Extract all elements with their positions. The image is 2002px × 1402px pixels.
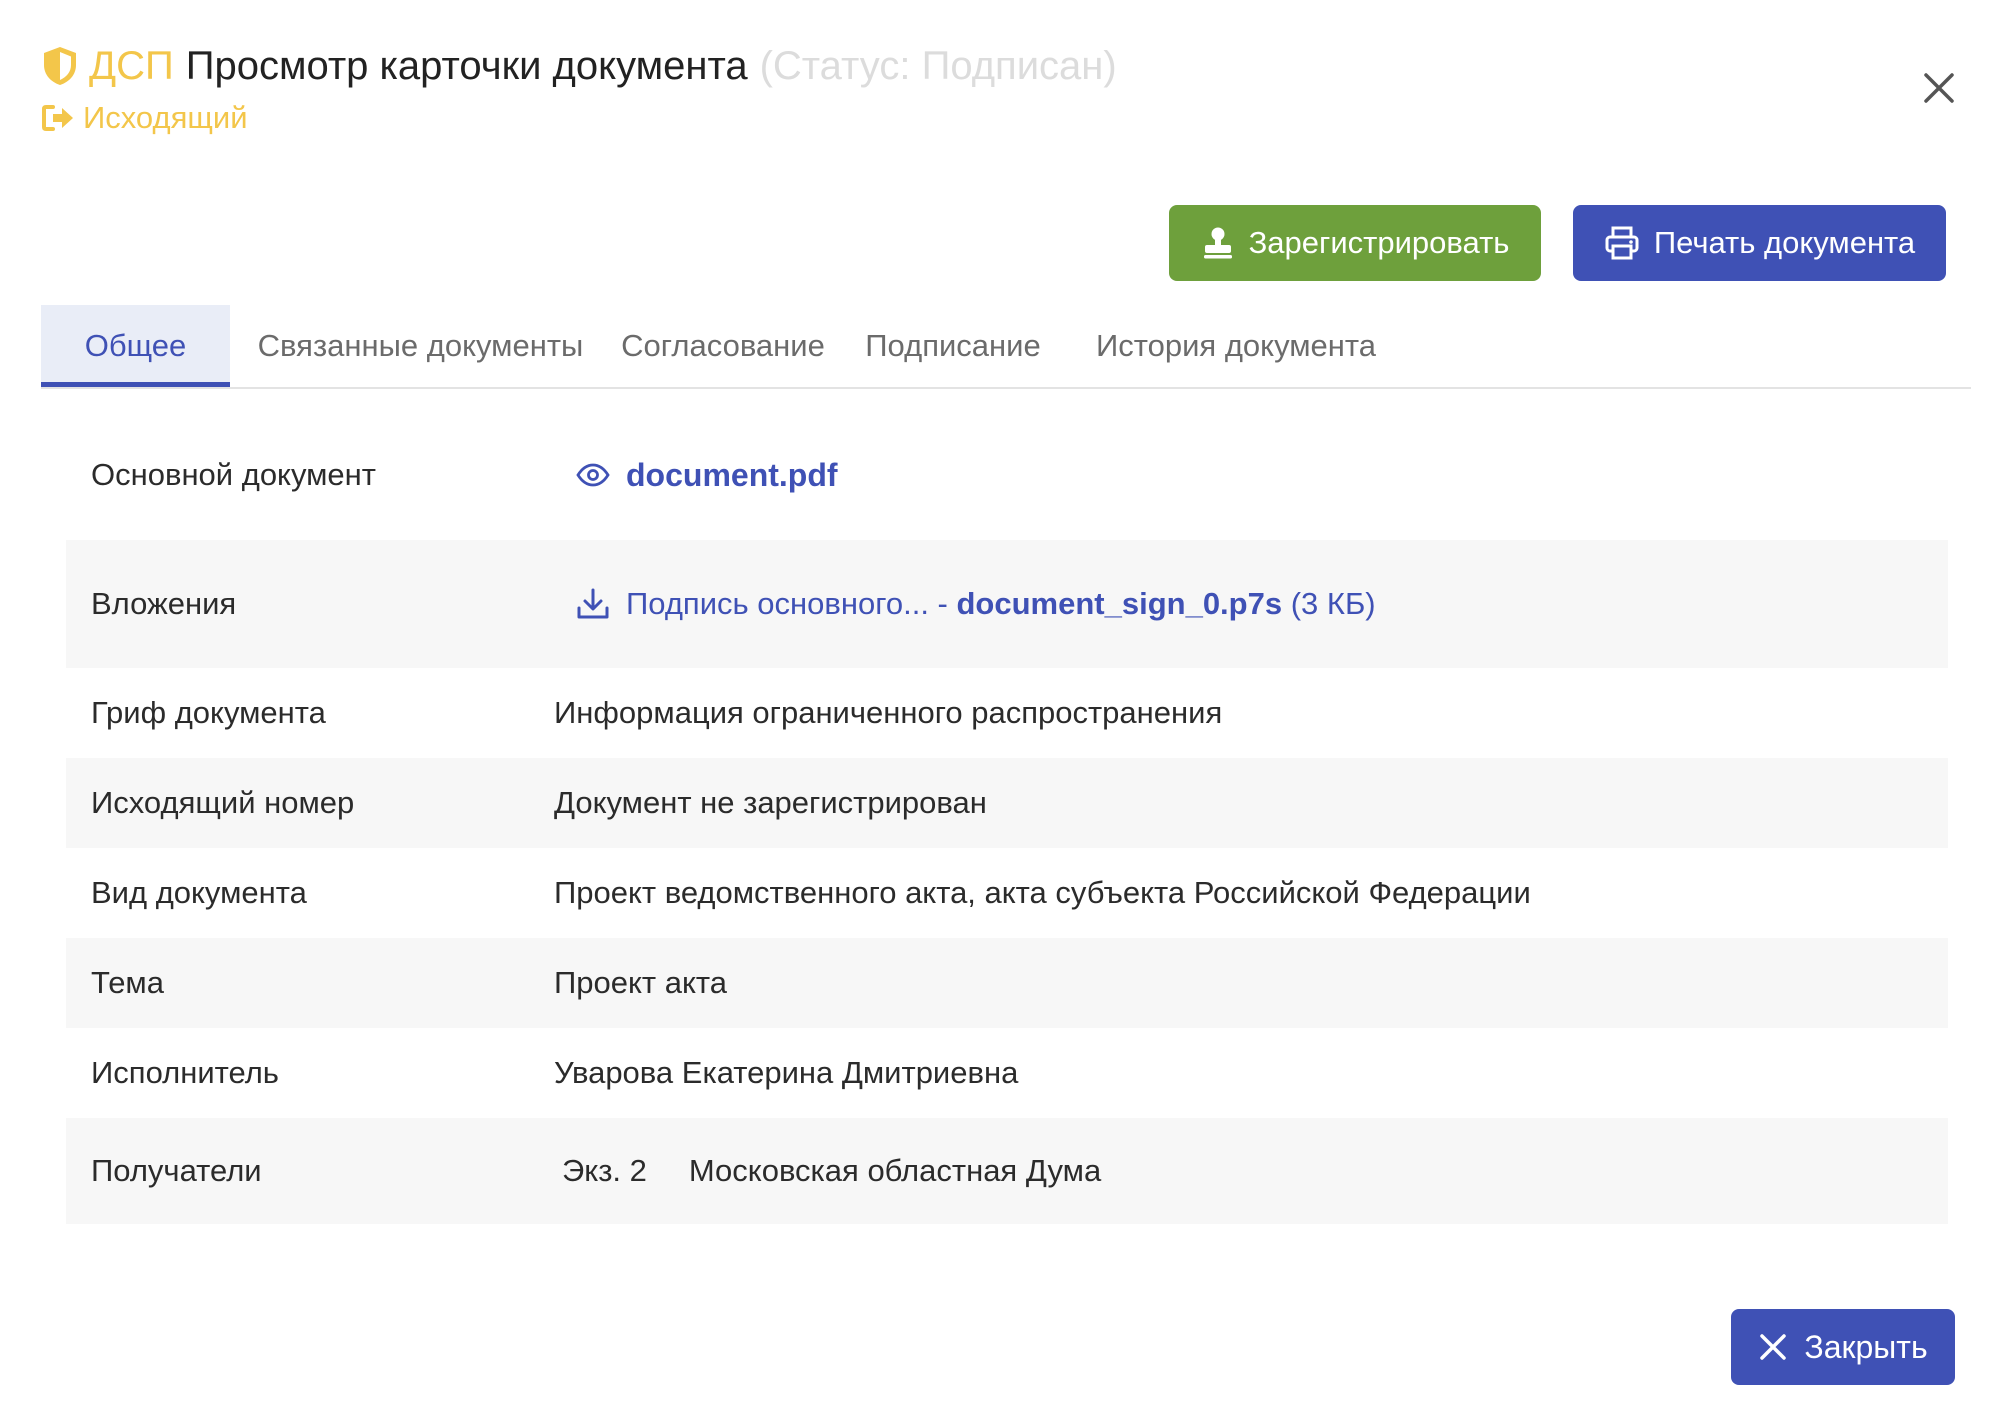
- field-label: Исполнитель: [91, 1055, 279, 1090]
- eye-icon[interactable]: [576, 463, 610, 487]
- field-row-doc-type: Вид документа Проект ведомственного акта…: [66, 848, 1948, 938]
- direction-indicator: Исходящий: [41, 98, 248, 138]
- outgoing-icon: [42, 105, 73, 131]
- dialog-title: ДСП Просмотр карточки документа (Статус:…: [41, 40, 1117, 92]
- tab-approval[interactable]: Согласование: [611, 305, 835, 387]
- close-icon: [1760, 1334, 1787, 1360]
- printer-icon: [1605, 226, 1639, 260]
- field-label: Тема: [91, 965, 164, 1000]
- field-label: Исходящий номер: [91, 785, 355, 820]
- register-button-label: Зарегистрировать: [1248, 225, 1510, 260]
- field-row-main-document: Основной документ document.pdf: [66, 410, 1948, 540]
- field-row-classification: Гриф документа Информация ограниченного …: [66, 668, 1948, 758]
- field-value: Проект ведомственного акта, акта субъект…: [554, 875, 1531, 910]
- download-icon[interactable]: [576, 587, 610, 621]
- field-label: Основной документ: [91, 457, 376, 492]
- field-row-attachments: Вложения Подпись основного... - document…: [66, 540, 1948, 668]
- attachment-file: document_sign_0.p7s: [956, 586, 1283, 621]
- tab-general[interactable]: Общее: [41, 305, 230, 387]
- document-fields: Основной документ document.pdf Вложения …: [66, 410, 1948, 1224]
- field-value: Подпись основного... - document_sign_0.p…: [576, 586, 1376, 622]
- print-button[interactable]: Печать документа: [1573, 205, 1946, 281]
- attachment-link[interactable]: Подпись основного... - document_sign_0.p…: [626, 586, 1376, 622]
- classification-badge: ДСП: [89, 44, 174, 88]
- field-row-outgoing-number: Исходящий номер Документ не зарегистриро…: [66, 758, 1948, 848]
- tab-bar: Общее Связанные документы Согласование П…: [41, 305, 1971, 389]
- recipient-name: Московская областная Дума: [688, 1153, 1102, 1188]
- field-label: Получатели: [91, 1153, 262, 1188]
- attachment-size: (3 КБ): [1290, 586, 1376, 621]
- tab-history[interactable]: История документа: [1071, 305, 1401, 387]
- field-value: Документ не зарегистрирован: [554, 785, 987, 820]
- tab-related-documents[interactable]: Связанные документы: [230, 305, 611, 387]
- direction-label: Исходящий: [83, 100, 248, 135]
- field-row-executor: Исполнитель Уварова Екатерина Дмитриевна: [66, 1028, 1948, 1118]
- field-value: document.pdf: [576, 457, 838, 494]
- close-button-label: Закрыть: [1804, 1328, 1928, 1365]
- field-value: Проект акта: [554, 965, 727, 1000]
- tab-signing[interactable]: Подписание: [835, 305, 1071, 387]
- field-label: Гриф документа: [91, 695, 326, 730]
- field-row-recipients: Получатели Экз. 2 Московская областная Д…: [66, 1118, 1948, 1224]
- field-value: Информация ограниченного распространения: [554, 695, 1223, 730]
- field-row-subject: Тема Проект акта: [66, 938, 1948, 1028]
- stamp-icon: [1203, 227, 1232, 259]
- close-button[interactable]: Закрыть: [1731, 1309, 1955, 1385]
- recipient-copies: Экз. 2: [562, 1153, 647, 1188]
- register-button[interactable]: Зарегистрировать: [1169, 205, 1541, 281]
- page-title: Просмотр карточки документа: [185, 44, 748, 88]
- attachment-name: Подпись основного... -: [626, 586, 948, 621]
- status-text: (Статус: Подписан): [759, 44, 1117, 88]
- print-button-label: Печать документа: [1653, 225, 1916, 260]
- shield-icon: [44, 47, 76, 85]
- field-label: Вид документа: [91, 875, 307, 910]
- field-value: Экз. 2 Московская областная Дума: [554, 1153, 1101, 1189]
- field-value: Уварова Екатерина Дмитриевна: [554, 1055, 1019, 1090]
- close-icon[interactable]: [1921, 70, 1957, 106]
- document-card-dialog: ДСП Просмотр карточки документа (Статус:…: [0, 0, 2002, 1402]
- main-document-link[interactable]: document.pdf: [626, 457, 838, 494]
- field-label: Вложения: [91, 586, 237, 621]
